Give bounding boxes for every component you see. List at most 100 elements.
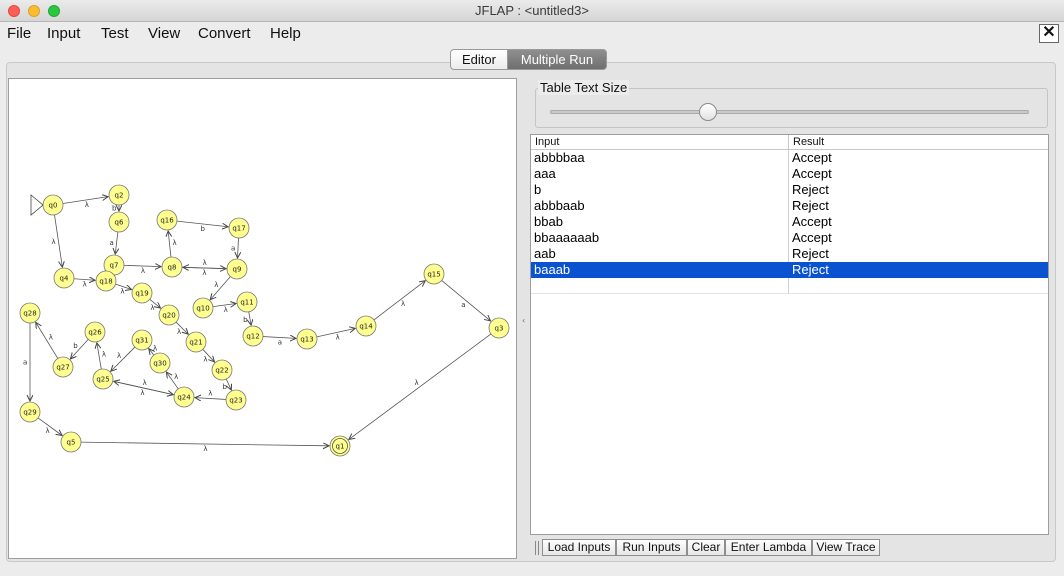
transition-label: λ — [203, 259, 207, 267]
table-row[interactable]: bbaaaaaab Accept — [531, 230, 1048, 246]
state-q4[interactable]: q4 — [53, 267, 75, 289]
state-q29[interactable]: q29 — [19, 401, 41, 423]
empty-result-cell — [789, 278, 1048, 294]
empty-input-cell[interactable] — [531, 278, 789, 294]
state-q24[interactable]: q24 — [173, 386, 195, 408]
transition-label: λ — [401, 300, 405, 308]
table-row[interactable]: abbbaab Reject — [531, 198, 1048, 214]
state-q5[interactable]: q5 — [60, 431, 82, 453]
table-row[interactable]: b Reject — [531, 182, 1048, 198]
transition-arrow[interactable] — [238, 237, 239, 258]
transition-label: λ — [102, 351, 106, 359]
transition-arrow[interactable] — [249, 311, 251, 325]
state-q31[interactable]: q31 — [131, 329, 153, 351]
state-q14[interactable]: q14 — [355, 315, 377, 337]
transition-arrow[interactable] — [441, 280, 491, 321]
automaton-graph[interactable]: λλbaλλλbaλλλλbaλλaλλλλλλbλλλλλλλbλaλλ q0… — [9, 79, 518, 560]
state-q1[interactable]: q1 — [329, 435, 351, 457]
state-q9[interactable]: q9 — [226, 258, 248, 280]
text-size-slider-thumb[interactable] — [699, 103, 718, 121]
state-q26[interactable]: q26 — [84, 321, 106, 343]
state-q12[interactable]: q12 — [242, 325, 264, 347]
view-trace-button[interactable]: View Trace — [812, 539, 880, 556]
menu-convert[interactable]: Convert — [198, 25, 251, 42]
transition-arrow[interactable] — [115, 231, 118, 254]
transition-arrow[interactable] — [349, 333, 492, 439]
clear-button[interactable]: Clear — [687, 539, 725, 556]
input-cell[interactable]: abbbbaa — [531, 150, 789, 166]
menu-input[interactable]: Input — [47, 25, 80, 42]
state-label: q3 — [495, 325, 504, 333]
run-inputs-button[interactable]: Run Inputs — [616, 539, 687, 556]
enter-lambda-button[interactable]: Enter Lambda — [725, 539, 812, 556]
input-cell[interactable]: bbaaaaaab — [531, 230, 789, 246]
transition-arrow[interactable] — [226, 378, 231, 390]
state-q0[interactable]: q0 — [42, 194, 64, 216]
state-label: q17 — [232, 225, 245, 233]
input-cell[interactable]: baaab — [531, 262, 789, 278]
menu-view[interactable]: View — [148, 25, 180, 42]
state-q10[interactable]: q10 — [192, 297, 214, 319]
load-inputs-button[interactable]: Load Inputs — [542, 539, 616, 556]
state-q18[interactable]: q18 — [95, 270, 117, 292]
menu-help[interactable]: Help — [270, 25, 301, 42]
result-cell: Reject — [792, 246, 829, 261]
state-q25[interactable]: q25 — [92, 368, 114, 390]
transition-arrow[interactable] — [97, 343, 102, 370]
transition-label: λ — [172, 239, 176, 247]
tab-multiple-run[interactable]: Multiple Run — [507, 49, 607, 70]
state-q6[interactable]: q6 — [108, 211, 130, 233]
state-q8[interactable]: q8 — [161, 256, 183, 278]
close-icon[interactable]: ✕ — [1039, 24, 1059, 43]
state-q22[interactable]: q22 — [211, 359, 233, 381]
input-cell[interactable]: bbab — [531, 214, 789, 230]
state-q20[interactable]: q20 — [158, 304, 180, 326]
state-q30[interactable]: q30 — [149, 352, 171, 374]
state-label: q31 — [135, 337, 148, 345]
tab-editor[interactable]: Editor — [450, 49, 508, 70]
state-q23[interactable]: q23 — [225, 389, 247, 411]
state-label: q4 — [60, 275, 69, 283]
state-label: q30 — [153, 360, 166, 368]
transition-label: λ — [224, 306, 228, 314]
transition-arrow[interactable] — [168, 231, 171, 258]
transition-arrow[interactable] — [195, 398, 227, 400]
state-q11[interactable]: q11 — [236, 291, 258, 313]
split-pane-divider[interactable]: ‹ — [519, 78, 529, 559]
state-q28[interactable]: q28 — [19, 302, 41, 324]
state-q19[interactable]: q19 — [131, 282, 153, 304]
input-cell[interactable]: abbbaab — [531, 198, 789, 214]
automaton-canvas[interactable]: λλbaλλλbaλλλλbaλλaλλλλλλbλλλλλλλbλaλλ q0… — [8, 78, 517, 559]
svg-text:‹: ‹ — [522, 316, 525, 325]
transition-arrow[interactable] — [111, 346, 136, 371]
input-cell[interactable]: b — [531, 182, 789, 198]
table-row[interactable]: aaa Accept — [531, 166, 1048, 182]
column-header-input[interactable]: Input — [531, 135, 789, 150]
transition-arrow[interactable] — [36, 322, 59, 359]
transition-label: λ — [46, 427, 50, 435]
table-row[interactable]: bbab Accept — [531, 214, 1048, 230]
input-cell[interactable]: aab — [531, 246, 789, 262]
text-size-slider-track[interactable] — [550, 110, 1029, 114]
state-label: q1 — [336, 443, 345, 451]
table-row[interactable]: baaab Reject — [531, 262, 1048, 278]
state-q17[interactable]: q17 — [228, 217, 250, 239]
transition-arrow[interactable] — [373, 281, 425, 321]
state-q15[interactable]: q15 — [423, 263, 445, 285]
column-header-result[interactable]: Result — [789, 135, 1048, 150]
state-q27[interactable]: q27 — [52, 356, 74, 378]
state-label: q12 — [246, 333, 259, 341]
menu-test[interactable]: Test — [101, 25, 129, 42]
input-cell[interactable]: aaa — [531, 166, 789, 182]
state-q3[interactable]: q3 — [488, 317, 510, 339]
transition-arrow[interactable] — [37, 417, 62, 436]
state-q2[interactable]: q2 — [108, 184, 130, 206]
table-row[interactable]: abbbbaa Accept — [531, 150, 1048, 166]
empty-input-row[interactable] — [531, 278, 1048, 294]
state-q16[interactable]: q16 — [156, 209, 178, 231]
table-row[interactable]: aab Reject — [531, 246, 1048, 262]
state-q13[interactable]: q13 — [296, 328, 318, 350]
state-q21[interactable]: q21 — [185, 331, 207, 353]
state-label: q29 — [23, 409, 36, 417]
menu-file[interactable]: File — [7, 25, 31, 42]
